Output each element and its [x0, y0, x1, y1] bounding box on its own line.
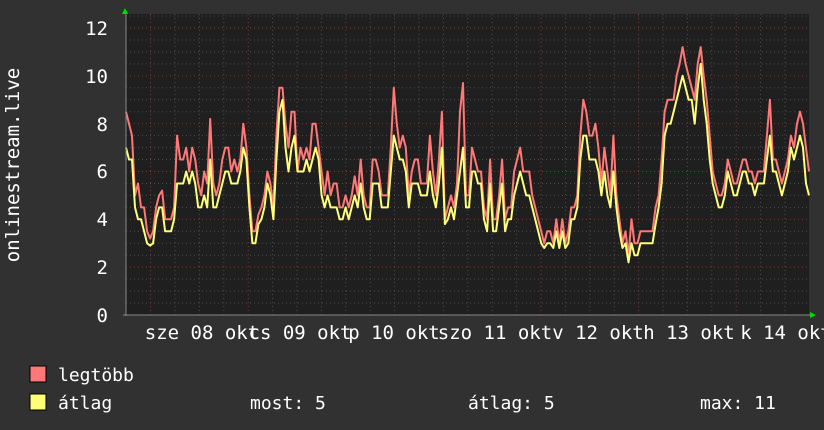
legend-stat-avg: átlag: 5 [468, 393, 555, 414]
x-tick-label: cs 09 okt [249, 322, 352, 344]
y-tick-label: 0 [97, 305, 108, 327]
legend-stat-now: most: 5 [250, 393, 326, 414]
legend-stat-max: max: 11 [700, 393, 776, 414]
y-tick-label: 6 [97, 161, 108, 183]
y-axis-label: onlinestream.live [2, 68, 24, 262]
legend-swatch-max [29, 365, 47, 383]
legend: legtöbb átlag most: 5 átlag: 5 max: 11 [29, 365, 776, 414]
legend-label-max: legtöbb [58, 365, 134, 386]
y-tick-labels: 0 2 4 6 8 10 12 [85, 18, 108, 327]
x-axis-arrow-icon [810, 312, 816, 318]
legend-swatch-avg [29, 393, 47, 411]
x-tick-label: h 13 okt [643, 322, 735, 344]
y-tick-label: 2 [97, 257, 108, 279]
y-tick-label: 12 [85, 18, 108, 40]
chart: onlinestream.live 0 2 4 6 8 10 12 sze 08… [2, 8, 824, 414]
x-tick-label: szo 11 okt [438, 322, 552, 344]
y-tick-label: 4 [97, 209, 108, 231]
x-tick-label: sze 08 okt [145, 322, 259, 344]
y-tick-label: 10 [85, 66, 108, 88]
y-axis-arrow-icon [122, 8, 128, 14]
x-tick-label: k 14 okt [740, 322, 824, 344]
y-tick-label: 8 [97, 114, 108, 136]
x-tick-label: v 12 okt [552, 322, 644, 344]
x-tick-labels: sze 08 okt cs 09 okt p 10 okt szo 11 okt… [145, 322, 824, 344]
legend-label-avg: átlag [58, 393, 112, 414]
plot-background [126, 14, 809, 315]
x-tick-label: p 10 okt [348, 322, 440, 344]
